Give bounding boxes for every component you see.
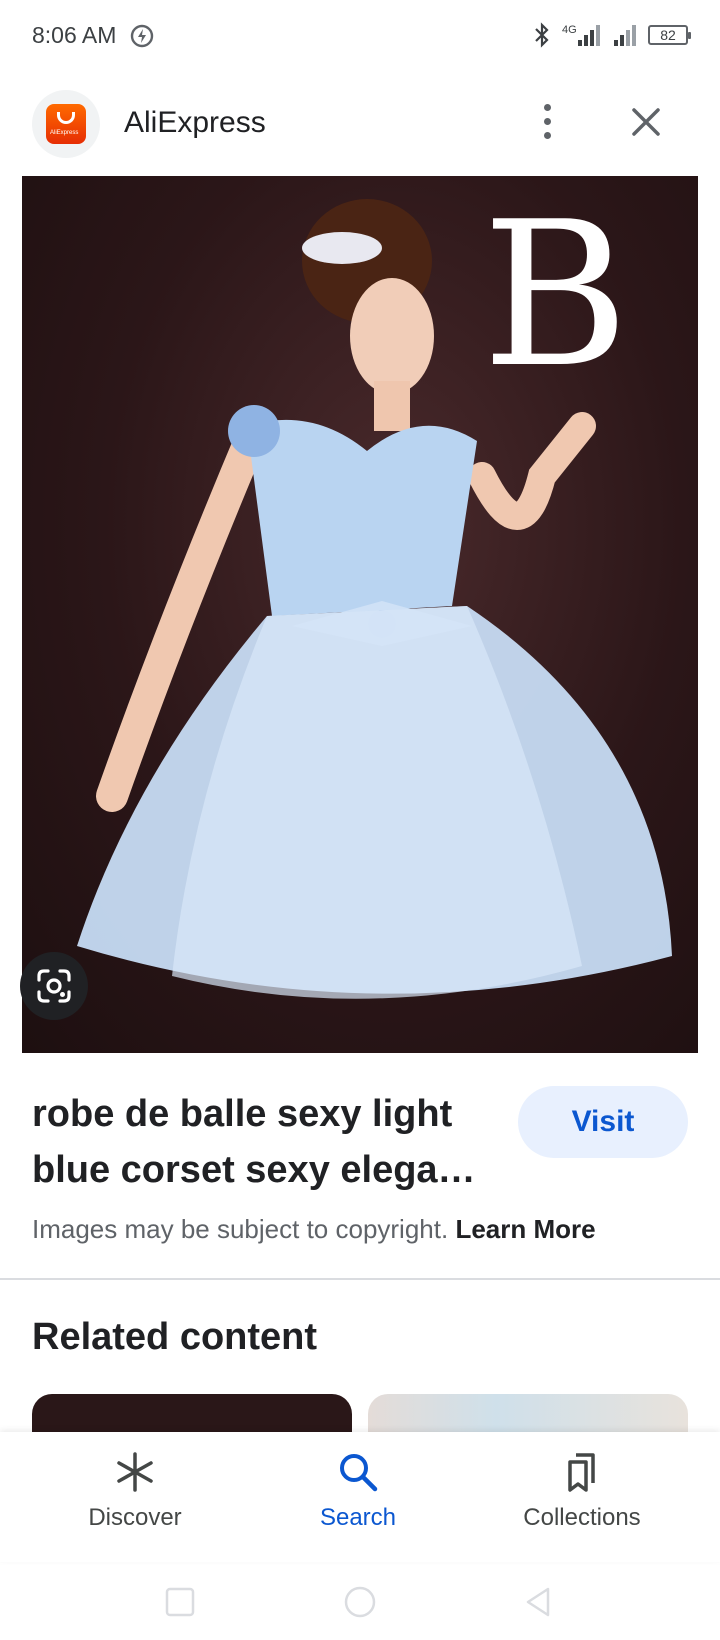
related-thumbnail[interactable] — [368, 1394, 688, 1434]
search-icon — [340, 1454, 378, 1492]
collections-icon — [568, 1453, 595, 1492]
related-content-heading: Related content — [32, 1316, 318, 1358]
svg-text:4G: 4G — [562, 24, 577, 36]
result-image[interactable]: B — [22, 176, 698, 1053]
divider — [0, 1278, 720, 1280]
back-icon[interactable] — [520, 1584, 556, 1620]
cellular-4g-icon: 4G — [562, 24, 600, 46]
system-navigation-bar — [0, 1562, 720, 1640]
nav-collections[interactable]: Collections — [482, 1450, 682, 1550]
battery-icon: 82 — [648, 25, 691, 45]
status-bar: 8:06 AM 4G 82 — [0, 0, 720, 72]
visit-button[interactable]: Visit — [518, 1086, 688, 1158]
asterisk-icon — [117, 1452, 153, 1492]
nav-collections-label: Collections — [523, 1504, 641, 1531]
nav-search-label: Search — [319, 1504, 397, 1531]
aliexpress-logo[interactable]: AliExpress — [32, 90, 100, 158]
status-time: 8:06 AM — [32, 22, 117, 48]
result-title[interactable]: robe de balle sexy light blue corset sex… — [32, 1086, 482, 1198]
more-options-button[interactable] — [530, 100, 566, 144]
related-thumbnail[interactable] — [32, 1394, 352, 1434]
cellular-signal-icon — [614, 25, 636, 46]
copyright-text: Images may be subject to copyright. — [32, 1214, 449, 1244]
status-icons: 4G 82 — [532, 22, 691, 48]
nav-search[interactable]: Search — [258, 1450, 458, 1550]
learn-more-link[interactable]: Learn More — [455, 1214, 595, 1244]
google-lens-icon — [37, 969, 71, 1003]
nav-discover[interactable]: Discover — [35, 1450, 235, 1550]
close-icon[interactable] — [626, 102, 666, 142]
data-saver-icon — [130, 24, 154, 48]
aliexpress-logo-icon: AliExpress — [46, 104, 86, 144]
home-icon[interactable] — [342, 1584, 378, 1620]
source-header: AliExpress AliExpress — [0, 86, 720, 176]
source-name[interactable]: AliExpress — [124, 106, 266, 140]
recent-apps-icon[interactable] — [162, 1584, 198, 1620]
copyright-notice: Images may be subject to copyright. Lear… — [32, 1214, 596, 1245]
lens-search-button[interactable] — [20, 952, 88, 1020]
bluetooth-icon — [535, 22, 549, 48]
bottom-navigation: Discover Search Collections — [0, 1432, 720, 1562]
nav-discover-label: Discover — [88, 1504, 182, 1531]
overlay-letter: B — [482, 179, 629, 412]
